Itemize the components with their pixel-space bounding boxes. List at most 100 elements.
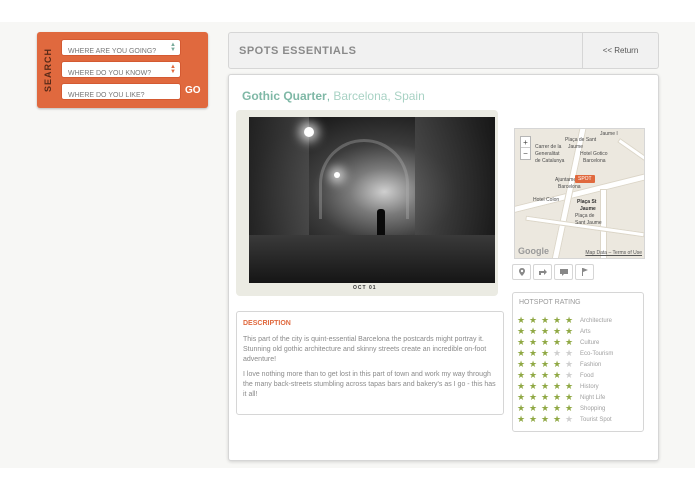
hotspot-rating-panel: HOTSPOT RATING ★ ★ ★ ★ ★ Architecture ★ ★ ★ ★ ★ Art… [512, 292, 644, 432]
star-icon[interactable]: ★ [541, 404, 553, 413]
zoom-out-button[interactable]: − [521, 148, 530, 159]
action-icons [512, 264, 594, 280]
rating-stars[interactable]: ★ ★ ★ ★ ★ [517, 382, 577, 391]
known-input[interactable] [62, 66, 180, 81]
star-icon[interactable]: ★ [517, 415, 529, 424]
comment-icon[interactable] [554, 264, 573, 280]
star-icon[interactable]: ★ [553, 415, 565, 424]
star-icon[interactable]: ★ [517, 393, 529, 402]
star-icon[interactable]: ★ [517, 382, 529, 391]
rating-stars[interactable]: ★ ★ ★ ★ ★ [517, 349, 577, 358]
star-icon[interactable]: ★ [553, 371, 565, 380]
star-icon[interactable]: ★ [541, 415, 553, 424]
known-field[interactable]: ▲▼ [61, 61, 181, 81]
star-icon[interactable]: ★ [553, 338, 565, 347]
star-icon[interactable]: ★ [565, 404, 577, 413]
star-icon[interactable]: ★ [529, 382, 541, 391]
star-icon[interactable]: ★ [565, 349, 577, 358]
star-icon[interactable]: ★ [553, 316, 565, 325]
star-icon[interactable]: ★ [553, 382, 565, 391]
share-icon[interactable] [533, 264, 552, 280]
location-pin-icon[interactable] [512, 264, 531, 280]
star-icon[interactable]: ★ [541, 382, 553, 391]
star-icon[interactable]: ★ [553, 393, 565, 402]
star-icon[interactable]: ★ [565, 371, 577, 380]
star-icon[interactable]: ★ [565, 393, 577, 402]
star-icon[interactable]: ★ [541, 338, 553, 347]
flag-icon[interactable] [575, 264, 594, 280]
rating-label: Arts [580, 328, 591, 335]
google-logo: Google [518, 246, 549, 256]
star-icon[interactable]: ★ [517, 404, 529, 413]
spot-photo[interactable] [249, 117, 495, 283]
rating-stars[interactable]: ★ ★ ★ ★ ★ [517, 393, 577, 402]
map-label: Plaça de Sant [565, 137, 597, 143]
star-icon[interactable]: ★ [529, 360, 541, 369]
map-zoom-control[interactable]: + − [520, 136, 531, 160]
star-icon[interactable]: ★ [517, 327, 529, 336]
map-road [617, 137, 644, 166]
star-icon[interactable]: ★ [565, 316, 577, 325]
star-icon[interactable]: ★ [517, 338, 529, 347]
star-icon[interactable]: ★ [553, 404, 565, 413]
search-vertical-label: SEARCH [37, 32, 59, 108]
rating-stars[interactable]: ★ ★ ★ ★ ★ [517, 327, 577, 336]
rating-stars[interactable]: ★ ★ ★ ★ ★ [517, 371, 577, 380]
star-icon[interactable]: ★ [565, 338, 577, 347]
star-icon[interactable]: ★ [529, 316, 541, 325]
description-paragraph: This part of the city is quint-essential… [243, 336, 487, 363]
rating-stars[interactable]: ★ ★ ★ ★ ★ [517, 404, 577, 413]
rating-row: ★ ★ ★ ★ ★ Arts [517, 326, 591, 337]
map-label: Jaume [580, 206, 596, 212]
location-map[interactable]: + − Jaume I Plaça de Sant Jaume Carrer d… [514, 128, 645, 259]
star-icon[interactable]: ★ [529, 349, 541, 358]
star-icon[interactable]: ★ [541, 349, 553, 358]
header-bar: SPOTS ESSENTIALS << Return [228, 32, 659, 69]
star-icon[interactable]: ★ [553, 349, 565, 358]
star-icon[interactable]: ★ [517, 360, 529, 369]
star-icon[interactable]: ★ [517, 349, 529, 358]
map-label: Jaume [568, 144, 584, 150]
rating-stars[interactable]: ★ ★ ★ ★ ★ [517, 316, 577, 325]
map-label: Generalitat [535, 151, 560, 157]
star-icon[interactable]: ★ [529, 404, 541, 413]
star-icon[interactable]: ★ [541, 316, 553, 325]
star-icon[interactable]: ★ [529, 371, 541, 380]
destination-stepper-icon[interactable]: ▲ ▼ [169, 42, 177, 54]
star-icon[interactable]: ★ [565, 327, 577, 336]
star-icon[interactable]: ★ [553, 360, 565, 369]
photo-frame: OCT 01 [236, 110, 498, 296]
star-icon[interactable]: ★ [517, 316, 529, 325]
rating-stars[interactable]: ★ ★ ★ ★ ★ [517, 338, 577, 347]
star-icon[interactable]: ★ [553, 327, 565, 336]
destination-field[interactable]: ▲▼ [61, 39, 181, 59]
star-icon[interactable]: ★ [565, 360, 577, 369]
rating-row: ★ ★ ★ ★ ★ Night Life [517, 392, 605, 403]
map-label: Carrer de la [535, 144, 562, 150]
likes-field[interactable] [61, 83, 181, 103]
known-stepper-icon[interactable]: ▲ ▼ [169, 64, 177, 76]
star-icon[interactable]: ★ [565, 415, 577, 424]
star-icon[interactable]: ★ [541, 371, 553, 380]
rating-stars[interactable]: ★ ★ ★ ★ ★ [517, 360, 577, 369]
star-icon[interactable]: ★ [529, 327, 541, 336]
go-button[interactable]: GO [185, 85, 201, 96]
star-icon[interactable]: ★ [517, 371, 529, 380]
star-icon[interactable]: ★ [541, 360, 553, 369]
rating-title: HOTSPOT RATING [519, 299, 581, 306]
zoom-in-button[interactable]: + [521, 137, 530, 148]
destination-input[interactable] [62, 44, 180, 59]
return-button[interactable]: << Return [582, 33, 658, 68]
rating-row: ★ ★ ★ ★ ★ Food [517, 370, 594, 381]
map-marker[interactable]: SPOT [575, 175, 595, 183]
star-icon[interactable]: ★ [541, 327, 553, 336]
star-icon[interactable]: ★ [565, 382, 577, 391]
star-icon[interactable]: ★ [541, 393, 553, 402]
star-icon[interactable]: ★ [529, 415, 541, 424]
star-icon[interactable]: ★ [529, 338, 541, 347]
rating-stars[interactable]: ★ ★ ★ ★ ★ [517, 415, 577, 424]
map-terms-link[interactable]: Map Data – Terms of Use [585, 250, 642, 256]
star-icon[interactable]: ★ [529, 393, 541, 402]
rating-label: Food [580, 372, 594, 379]
likes-input[interactable] [62, 88, 180, 103]
